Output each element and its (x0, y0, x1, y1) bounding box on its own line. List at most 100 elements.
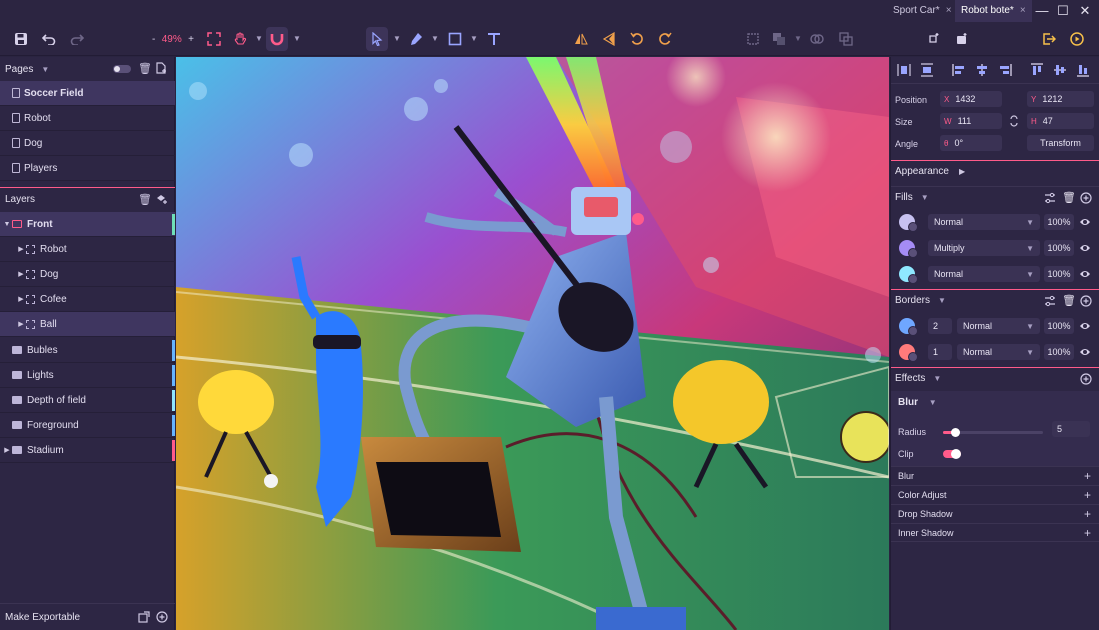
align-top-icon[interactable] (1030, 63, 1044, 77)
eye-icon[interactable] (1080, 269, 1090, 279)
layer-foreground[interactable]: Foreground (0, 413, 175, 438)
close-tab-icon[interactable]: × (1020, 5, 1026, 16)
add-effect-icon[interactable] (1080, 373, 1092, 388)
component-button[interactable] (923, 27, 945, 51)
lock-ratio-icon[interactable] (1008, 114, 1020, 131)
pointer-tool-button[interactable] (366, 27, 388, 51)
fill-color-swatch[interactable] (899, 240, 918, 258)
chevron-down-icon[interactable]: ▼ (794, 34, 802, 43)
border-opacity-field[interactable]: 100% (1044, 318, 1074, 334)
align-left-icon[interactable] (952, 63, 966, 77)
expand-arrow-icon[interactable]: ▶ (16, 245, 26, 253)
tab-robot-bote[interactable]: Robot bote* × (955, 0, 1032, 22)
border-color-swatch[interactable] (899, 344, 918, 362)
redo-button[interactable] (66, 27, 88, 51)
minimize-button[interactable]: — (1034, 3, 1050, 19)
page-item-dog[interactable]: Dog (0, 131, 175, 156)
chevron-down-icon[interactable]: ▼ (293, 34, 301, 43)
add-border-icon[interactable] (1080, 295, 1092, 310)
add-fill-icon[interactable] (1080, 192, 1092, 207)
effect-option-blur[interactable]: Blur + (891, 466, 1099, 485)
position-y-field[interactable]: Y 1212 (1027, 91, 1094, 107)
effect-option-color-adjust[interactable]: Color Adjust + (891, 485, 1099, 504)
page-item-soccer-field[interactable]: Soccer Field (0, 81, 175, 106)
chevron-down-icon[interactable]: ▼ (921, 193, 929, 202)
flip-horizontal-button[interactable] (570, 27, 592, 51)
chevron-down-icon[interactable]: ▼ (431, 34, 439, 43)
eye-icon[interactable] (1080, 217, 1090, 227)
size-height-field[interactable]: H 47 (1027, 113, 1094, 129)
chevron-down-icon[interactable]: ▼ (41, 65, 49, 74)
pages-toggle[interactable] (113, 65, 131, 73)
align-center-vertical-icon[interactable] (1053, 63, 1067, 77)
layer-dog[interactable]: ▶ Dog (0, 262, 175, 287)
chevron-down-icon[interactable]: ▼ (393, 34, 401, 43)
trash-icon[interactable]: 🗑 (138, 193, 152, 206)
snap-magnet-button[interactable] (266, 27, 288, 51)
boolean-exclude-button[interactable] (835, 27, 857, 51)
zoom-out-button[interactable]: - (152, 34, 155, 45)
blur-effect-title[interactable]: Blur ▼ (898, 397, 937, 408)
page-item-robot[interactable]: Robot (0, 106, 175, 131)
effect-option-drop-shadow[interactable]: Drop Shadow + (891, 504, 1099, 523)
border-width-field[interactable]: 1 (928, 344, 952, 360)
zoom-control[interactable]: - 49% + (152, 30, 194, 48)
boolean-union-button[interactable] (742, 27, 764, 51)
layer-lights[interactable]: Lights (0, 363, 175, 388)
maximize-button[interactable]: ☐ (1055, 3, 1071, 19)
fill-opacity-field[interactable]: 100% (1044, 214, 1074, 230)
layer-cofee[interactable]: ▶ Cofee (0, 287, 175, 312)
trash-icon[interactable]: 🗑 (138, 62, 152, 75)
tab-sport-car[interactable]: Sport Car* × (887, 0, 958, 22)
boolean-subtract-button[interactable] (768, 27, 790, 51)
size-width-field[interactable]: W 111 (940, 113, 1002, 129)
expand-arrow-icon[interactable]: ▼ (2, 221, 12, 228)
align-vertical-distribute-icon[interactable] (920, 63, 934, 77)
appearance-header[interactable]: Appearance ▶ (891, 160, 1099, 182)
layer-depth-of-field[interactable]: Depth of field (0, 388, 175, 413)
fit-screen-button[interactable] (203, 27, 225, 51)
layer-front[interactable]: ▼ Front (0, 212, 175, 237)
plus-icon[interactable]: + (1084, 526, 1091, 540)
border-color-swatch[interactable] (899, 318, 918, 336)
effect-option-inner-shadow[interactable]: Inner Shadow + (891, 523, 1099, 542)
eye-icon[interactable] (1080, 347, 1090, 357)
canvas[interactable] (176, 57, 889, 630)
rotate-right-button[interactable] (654, 27, 676, 51)
eye-icon[interactable] (1080, 243, 1090, 253)
rectangle-tool-button[interactable] (444, 27, 466, 51)
border-opacity-field[interactable]: 100% (1044, 344, 1074, 360)
plus-icon[interactable]: + (1084, 488, 1091, 502)
trash-icon[interactable]: 🗑 (1062, 294, 1076, 307)
fill-opacity-field[interactable]: 100% (1044, 240, 1074, 256)
layer-bubles[interactable]: Bubles (0, 338, 175, 363)
fill-color-swatch[interactable] (899, 266, 918, 284)
align-horizontal-distribute-icon[interactable] (897, 63, 911, 77)
fill-blend-select[interactable]: Normal ▼ (928, 214, 1040, 230)
fill-blend-select[interactable]: Normal ▼ (928, 266, 1040, 282)
align-bottom-icon[interactable] (1076, 63, 1090, 77)
close-tab-icon[interactable]: × (946, 5, 952, 16)
export-button[interactable] (1038, 27, 1060, 51)
add-page-icon[interactable] (156, 62, 167, 77)
layer-robot[interactable]: ▶ Robot (0, 237, 175, 262)
zoom-in-button[interactable]: + (188, 34, 194, 45)
position-x-field[interactable]: X 1432 (940, 91, 1002, 107)
pen-tool-button[interactable] (405, 27, 427, 51)
chevron-down-icon[interactable]: ▼ (255, 34, 263, 43)
border-blend-select[interactable]: Normal ▼ (957, 344, 1040, 360)
border-width-field[interactable]: 2 (928, 318, 952, 334)
radius-slider-handle[interactable] (951, 428, 960, 437)
expand-arrow-icon[interactable]: ▶ (16, 320, 26, 328)
transform-button[interactable]: Transform (1027, 135, 1094, 151)
expand-arrow-icon[interactable]: ▶ (2, 446, 12, 454)
hand-tool-button[interactable] (229, 27, 251, 51)
rotate-left-button[interactable] (626, 27, 648, 51)
undo-button[interactable] (38, 27, 60, 51)
mask-button[interactable] (951, 27, 973, 51)
page-item-players[interactable]: Players (0, 156, 175, 181)
plus-icon[interactable]: + (1084, 507, 1091, 521)
chevron-down-icon[interactable]: ▼ (933, 374, 941, 383)
border-blend-select[interactable]: Normal ▼ (957, 318, 1040, 334)
add-layer-icon[interactable] (156, 193, 168, 208)
